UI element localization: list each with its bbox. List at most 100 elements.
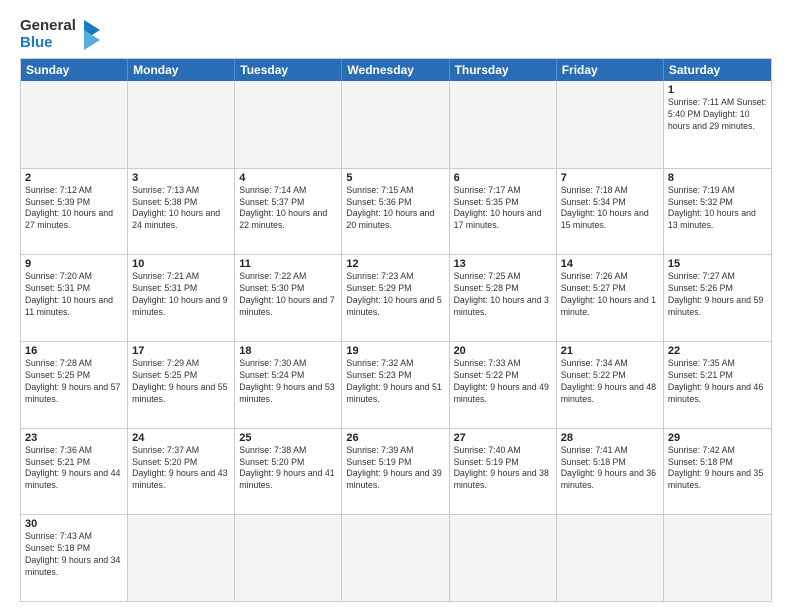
day-info: Sunrise: 7:22 AM Sunset: 5:30 PM Dayligh… [239,271,337,319]
day-info: Sunrise: 7:42 AM Sunset: 5:18 PM Dayligh… [668,445,767,493]
calendar-cell: 30Sunrise: 7:43 AM Sunset: 5:18 PM Dayli… [21,515,128,601]
day-info: Sunrise: 7:13 AM Sunset: 5:38 PM Dayligh… [132,185,230,233]
calendar-header: SundayMondayTuesdayWednesdayThursdayFrid… [21,59,771,81]
calendar-body: 1Sunrise: 7:11 AM Sunset: 5:40 PM Daylig… [21,81,771,601]
calendar-cell: 1Sunrise: 7:11 AM Sunset: 5:40 PM Daylig… [664,81,771,168]
day-info: Sunrise: 7:17 AM Sunset: 5:35 PM Dayligh… [454,185,552,233]
calendar-cell: 13Sunrise: 7:25 AM Sunset: 5:28 PM Dayli… [450,255,557,341]
day-number: 4 [239,172,337,184]
calendar-cell: 29Sunrise: 7:42 AM Sunset: 5:18 PM Dayli… [664,429,771,515]
calendar-cell: 6Sunrise: 7:17 AM Sunset: 5:35 PM Daylig… [450,169,557,255]
logo: GeneralBlue [20,16,106,52]
day-info: Sunrise: 7:39 AM Sunset: 5:19 PM Dayligh… [346,445,444,493]
day-number: 8 [668,172,767,184]
day-info: Sunrise: 7:28 AM Sunset: 5:25 PM Dayligh… [25,358,123,406]
day-info: Sunrise: 7:27 AM Sunset: 5:26 PM Dayligh… [668,271,767,319]
day-info: Sunrise: 7:11 AM Sunset: 5:40 PM Dayligh… [668,97,767,133]
weekday-header: Sunday [21,59,128,81]
day-number: 25 [239,432,337,444]
day-info: Sunrise: 7:25 AM Sunset: 5:28 PM Dayligh… [454,271,552,319]
calendar-row: 23Sunrise: 7:36 AM Sunset: 5:21 PM Dayli… [21,428,771,515]
calendar-cell: 16Sunrise: 7:28 AM Sunset: 5:25 PM Dayli… [21,342,128,428]
logo-icon: GeneralBlue [20,16,106,52]
day-info: Sunrise: 7:32 AM Sunset: 5:23 PM Dayligh… [346,358,444,406]
day-number: 26 [346,432,444,444]
calendar-cell: 17Sunrise: 7:29 AM Sunset: 5:25 PM Dayli… [128,342,235,428]
day-number: 14 [561,258,659,270]
weekday-header: Saturday [664,59,771,81]
calendar-cell: 24Sunrise: 7:37 AM Sunset: 5:20 PM Dayli… [128,429,235,515]
day-number: 16 [25,345,123,357]
calendar-cell: 28Sunrise: 7:41 AM Sunset: 5:18 PM Dayli… [557,429,664,515]
calendar-cell: 25Sunrise: 7:38 AM Sunset: 5:20 PM Dayli… [235,429,342,515]
day-info: Sunrise: 7:23 AM Sunset: 5:29 PM Dayligh… [346,271,444,319]
day-info: Sunrise: 7:38 AM Sunset: 5:20 PM Dayligh… [239,445,337,493]
calendar-cell: 4Sunrise: 7:14 AM Sunset: 5:37 PM Daylig… [235,169,342,255]
day-info: Sunrise: 7:21 AM Sunset: 5:31 PM Dayligh… [132,271,230,319]
day-info: Sunrise: 7:30 AM Sunset: 5:24 PM Dayligh… [239,358,337,406]
calendar-cell: 9Sunrise: 7:20 AM Sunset: 5:31 PM Daylig… [21,255,128,341]
day-number: 22 [668,345,767,357]
calendar-cell [342,81,449,168]
calendar-cell [128,81,235,168]
calendar-cell: 3Sunrise: 7:13 AM Sunset: 5:38 PM Daylig… [128,169,235,255]
calendar-cell: 5Sunrise: 7:15 AM Sunset: 5:36 PM Daylig… [342,169,449,255]
calendar-row: 16Sunrise: 7:28 AM Sunset: 5:25 PM Dayli… [21,341,771,428]
day-number: 27 [454,432,552,444]
day-number: 24 [132,432,230,444]
calendar-cell: 10Sunrise: 7:21 AM Sunset: 5:31 PM Dayli… [128,255,235,341]
logo-triangle-icon [78,16,106,52]
weekday-header: Friday [557,59,664,81]
day-number: 6 [454,172,552,184]
day-info: Sunrise: 7:43 AM Sunset: 5:18 PM Dayligh… [25,531,123,579]
day-number: 28 [561,432,659,444]
calendar-cell: 22Sunrise: 7:35 AM Sunset: 5:21 PM Dayli… [664,342,771,428]
weekday-header: Wednesday [342,59,449,81]
day-info: Sunrise: 7:14 AM Sunset: 5:37 PM Dayligh… [239,185,337,233]
calendar-cell: 7Sunrise: 7:18 AM Sunset: 5:34 PM Daylig… [557,169,664,255]
day-info: Sunrise: 7:19 AM Sunset: 5:32 PM Dayligh… [668,185,767,233]
logo-text: GeneralBlue [20,17,76,52]
day-number: 21 [561,345,659,357]
day-info: Sunrise: 7:26 AM Sunset: 5:27 PM Dayligh… [561,271,659,319]
calendar-cell [664,515,771,601]
day-number: 2 [25,172,123,184]
day-info: Sunrise: 7:34 AM Sunset: 5:22 PM Dayligh… [561,358,659,406]
calendar-cell: 12Sunrise: 7:23 AM Sunset: 5:29 PM Dayli… [342,255,449,341]
calendar-cell: 21Sunrise: 7:34 AM Sunset: 5:22 PM Dayli… [557,342,664,428]
page: GeneralBlue SundayMondayTuesdayWednesday… [0,0,792,612]
weekday-header: Thursday [450,59,557,81]
day-number: 15 [668,258,767,270]
calendar-cell: 20Sunrise: 7:33 AM Sunset: 5:22 PM Dayli… [450,342,557,428]
day-info: Sunrise: 7:12 AM Sunset: 5:39 PM Dayligh… [25,185,123,233]
calendar-cell [235,81,342,168]
day-number: 7 [561,172,659,184]
calendar-cell: 26Sunrise: 7:39 AM Sunset: 5:19 PM Dayli… [342,429,449,515]
day-number: 17 [132,345,230,357]
calendar-cell: 18Sunrise: 7:30 AM Sunset: 5:24 PM Dayli… [235,342,342,428]
calendar-row: 9Sunrise: 7:20 AM Sunset: 5:31 PM Daylig… [21,254,771,341]
weekday-header: Tuesday [235,59,342,81]
calendar-cell [557,81,664,168]
calendar-cell [235,515,342,601]
day-number: 19 [346,345,444,357]
calendar-cell: 19Sunrise: 7:32 AM Sunset: 5:23 PM Dayli… [342,342,449,428]
calendar-cell [450,515,557,601]
day-number: 12 [346,258,444,270]
calendar-cell: 14Sunrise: 7:26 AM Sunset: 5:27 PM Dayli… [557,255,664,341]
calendar-row: 1Sunrise: 7:11 AM Sunset: 5:40 PM Daylig… [21,81,771,168]
day-info: Sunrise: 7:15 AM Sunset: 5:36 PM Dayligh… [346,185,444,233]
day-info: Sunrise: 7:40 AM Sunset: 5:19 PM Dayligh… [454,445,552,493]
day-info: Sunrise: 7:36 AM Sunset: 5:21 PM Dayligh… [25,445,123,493]
calendar-cell [450,81,557,168]
day-info: Sunrise: 7:20 AM Sunset: 5:31 PM Dayligh… [25,271,123,319]
calendar-cell: 15Sunrise: 7:27 AM Sunset: 5:26 PM Dayli… [664,255,771,341]
day-info: Sunrise: 7:18 AM Sunset: 5:34 PM Dayligh… [561,185,659,233]
day-number: 3 [132,172,230,184]
day-number: 5 [346,172,444,184]
day-number: 20 [454,345,552,357]
day-number: 29 [668,432,767,444]
day-number: 30 [25,518,123,530]
day-info: Sunrise: 7:41 AM Sunset: 5:18 PM Dayligh… [561,445,659,493]
day-number: 18 [239,345,337,357]
